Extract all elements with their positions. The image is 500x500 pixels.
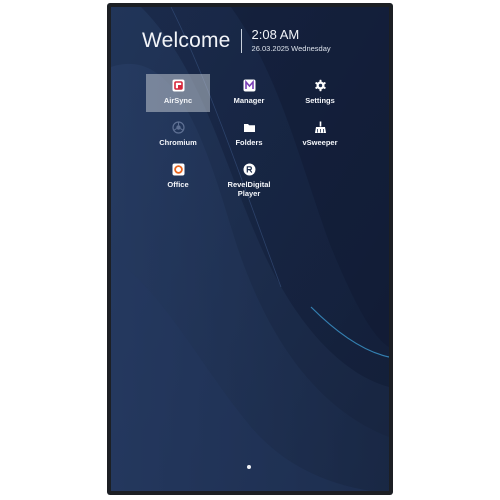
reveldigital-icon [243,163,256,176]
app-label-airsync: AirSync [163,96,193,105]
app-manager[interactable]: Manager [217,74,281,112]
app-folders[interactable]: Folders [217,116,281,154]
app-label-manager: Manager [233,96,265,105]
app-chromium[interactable]: Chromium [146,116,210,154]
app-reveldigital-player[interactable]: RevelDigital Player [217,158,281,204]
gear-icon [314,79,327,92]
manager-icon [243,79,256,92]
sweeper-icon [314,121,327,134]
airsync-icon [172,79,185,92]
launcher-header: Welcome 2:08 AM 26.03.2025 Wednesday [142,26,331,56]
app-vsweeper[interactable]: vSweeper [288,116,352,154]
clock-date: 26.03.2025 Wednesday [251,44,331,53]
app-office[interactable]: Office [146,158,210,196]
folder-icon [243,121,256,134]
chromium-icon [171,121,185,134]
welcome-title: Welcome [142,29,231,52]
header-divider [240,29,242,53]
app-label-reveldigital-player: RevelDigital Player [227,180,271,198]
office-icon [172,163,185,176]
app-label-vsweeper: vSweeper [302,138,338,147]
app-label-settings: Settings [305,96,335,105]
clock-time: 2:08 AM [251,27,300,42]
app-label-office: Office [167,180,189,189]
app-label-folders: Folders [235,138,263,147]
launcher-screen: Welcome 2:08 AM 26.03.2025 Wednesday Air… [111,7,389,491]
clock: 2:08 AM 26.03.2025 Wednesday [252,28,331,54]
app-airsync[interactable]: AirSync [146,74,210,112]
app-label-chromium: Chromium [159,138,197,147]
app-settings[interactable]: Settings [288,74,352,112]
page-indicator-dot[interactable] [247,465,251,469]
